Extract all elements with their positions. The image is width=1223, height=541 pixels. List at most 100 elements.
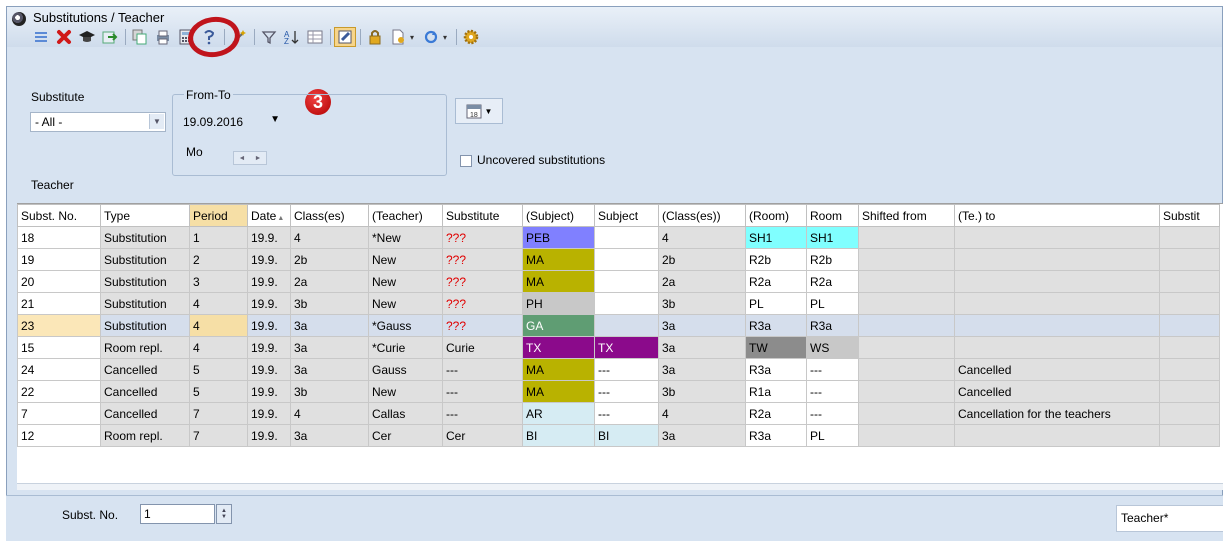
table-cell[interactable]: 19.9. [247,358,291,381]
copy-icon[interactable] [129,27,151,47]
subst-no-input[interactable]: 1 [140,504,215,524]
table-cell[interactable]: Substitution [100,248,190,271]
table-cell[interactable]: Curie [442,336,523,359]
table-cell[interactable]: MA [522,248,595,271]
table-cell[interactable]: Cer [368,424,443,447]
table-settings-icon[interactable] [304,27,326,47]
table-cell[interactable]: 22 [17,380,101,403]
table-cell[interactable]: PL [806,424,859,447]
table-cell[interactable]: Cancelled [100,402,190,425]
table-cell[interactable]: --- [442,402,523,425]
table-cell[interactable]: R1a [745,380,807,403]
table-cell[interactable]: 7 [189,424,248,447]
table-cell[interactable] [858,336,955,359]
table-cell[interactable]: 18 [17,226,101,249]
table-cell[interactable] [594,226,659,249]
table-cell[interactable] [594,314,659,337]
table-cell[interactable]: 5 [189,380,248,403]
table-row[interactable]: 19 Substitution 2 19.9. 2b New??? MA 2b R2b R2b [17,248,1220,271]
table-cell[interactable]: 1 [189,226,248,249]
table-cell[interactable]: Callas [368,402,443,425]
table-cell[interactable]: MA [522,270,595,293]
table-cell[interactable]: Gauss [368,358,443,381]
table-cell[interactable] [858,402,955,425]
table-cell[interactable] [1159,314,1220,337]
table-cell[interactable]: 23 [17,314,101,337]
layout-name-field[interactable]: Teacher* [1116,505,1223,532]
table-cell[interactable] [1159,292,1220,315]
table-cell[interactable] [1159,358,1220,381]
previous-day-icon[interactable]: ◄ [239,155,246,162]
date-spinner[interactable]: ◄ ► [233,151,267,165]
column-header[interactable]: (Teacher) [368,204,443,227]
table-row[interactable]: 18 Substitution 1 19.9. 4 *New??? PEB 4 SH1 SH1 [17,226,1220,249]
pencil-check-icon[interactable] [334,27,356,47]
table-cell[interactable]: New [368,380,443,403]
table-cell[interactable]: PEB [522,226,595,249]
table-cell[interactable] [594,292,659,315]
table-cell[interactable]: 19.9. [247,248,291,271]
column-header[interactable]: Type [100,204,190,227]
print-icon[interactable] [152,27,174,47]
table-cell[interactable] [858,424,955,447]
table-cell[interactable]: Cancellation for the teachers [954,402,1160,425]
table-cell[interactable]: Room repl. [100,336,190,359]
table-row[interactable]: 7 Cancelled 7 19.9. 4 Callas --- AR --- 4 R2a --- Ca… [17,402,1220,425]
table-cell[interactable]: PL [745,292,807,315]
table-cell[interactable]: *Curie [368,336,443,359]
table-cell[interactable]: R2b [806,248,859,271]
table-cell[interactable]: R3a [806,314,859,337]
table-row[interactable]: 24 Cancelled 5 19.9. 3a Gauss --- MA --- 3a R3a ---… [17,358,1220,381]
table-cell[interactable]: --- [806,402,859,425]
filter-icon[interactable] [258,27,280,47]
table-cell[interactable]: Room repl. [100,424,190,447]
column-header[interactable]: (Room) [745,204,807,227]
table-cell[interactable] [954,226,1160,249]
table-cell[interactable]: 3b [658,380,746,403]
table-cell[interactable]: New [368,248,443,271]
table-cell[interactable]: --- [806,358,859,381]
table-cell[interactable]: 4 [189,314,248,337]
table-cell[interactable]: MA [522,380,595,403]
table-cell[interactable]: Substitution [100,314,190,337]
graduation-cap-icon[interactable] [76,27,98,47]
table-cell[interactable]: 3a [290,358,369,381]
uncovered-checkbox[interactable] [460,155,472,167]
table-cell[interactable]: 3b [290,292,369,315]
table-cell[interactable]: AR [522,402,595,425]
table-cell[interactable]: --- [594,380,659,403]
table-cell[interactable] [954,314,1160,337]
chevron-down-icon[interactable]: ▾ [410,33,420,42]
next-day-icon[interactable]: ► [255,155,262,162]
table-cell[interactable] [954,248,1160,271]
table-cell[interactable]: PH [522,292,595,315]
table-cell[interactable] [594,248,659,271]
table-cell[interactable]: --- [594,358,659,381]
table-cell[interactable]: Cancelled [100,380,190,403]
table-cell[interactable]: 12 [17,424,101,447]
table-cell[interactable] [954,424,1160,447]
table-row[interactable]: 12 Room repl. 7 19.9. 3a Cer Cer BI BI 3a R3a PL [17,424,1220,447]
table-cell[interactable]: 15 [17,336,101,359]
calendar-dropdown-button[interactable]: 18 ▼ [455,98,503,124]
column-header[interactable]: Shifted from [858,204,955,227]
table-cell[interactable]: Cancelled [954,358,1160,381]
table-cell[interactable]: GA [522,314,595,337]
table-cell[interactable]: 19 [17,248,101,271]
table-cell[interactable]: --- [442,358,523,381]
table-cell[interactable]: 3a [290,336,369,359]
horizontal-scrollbar[interactable] [17,483,1223,490]
table-cell[interactable]: TX [522,336,595,359]
column-header[interactable]: Substit [1159,204,1220,227]
table-cell[interactable]: 3a [658,424,746,447]
table-cell[interactable]: Cancelled [954,380,1160,403]
table-cell[interactable]: 4 [658,402,746,425]
column-header[interactable]: (Subject) [522,204,595,227]
table-cell[interactable] [1159,402,1220,425]
table-cell[interactable]: WS [806,336,859,359]
table-row[interactable]: 20 Substitution 3 19.9. 2a New??? MA 2a R2a R2a [17,270,1220,293]
table-cell[interactable]: R2a [745,270,807,293]
table-cell[interactable] [954,270,1160,293]
delete-icon[interactable] [53,27,75,47]
lock-icon[interactable] [364,27,386,47]
